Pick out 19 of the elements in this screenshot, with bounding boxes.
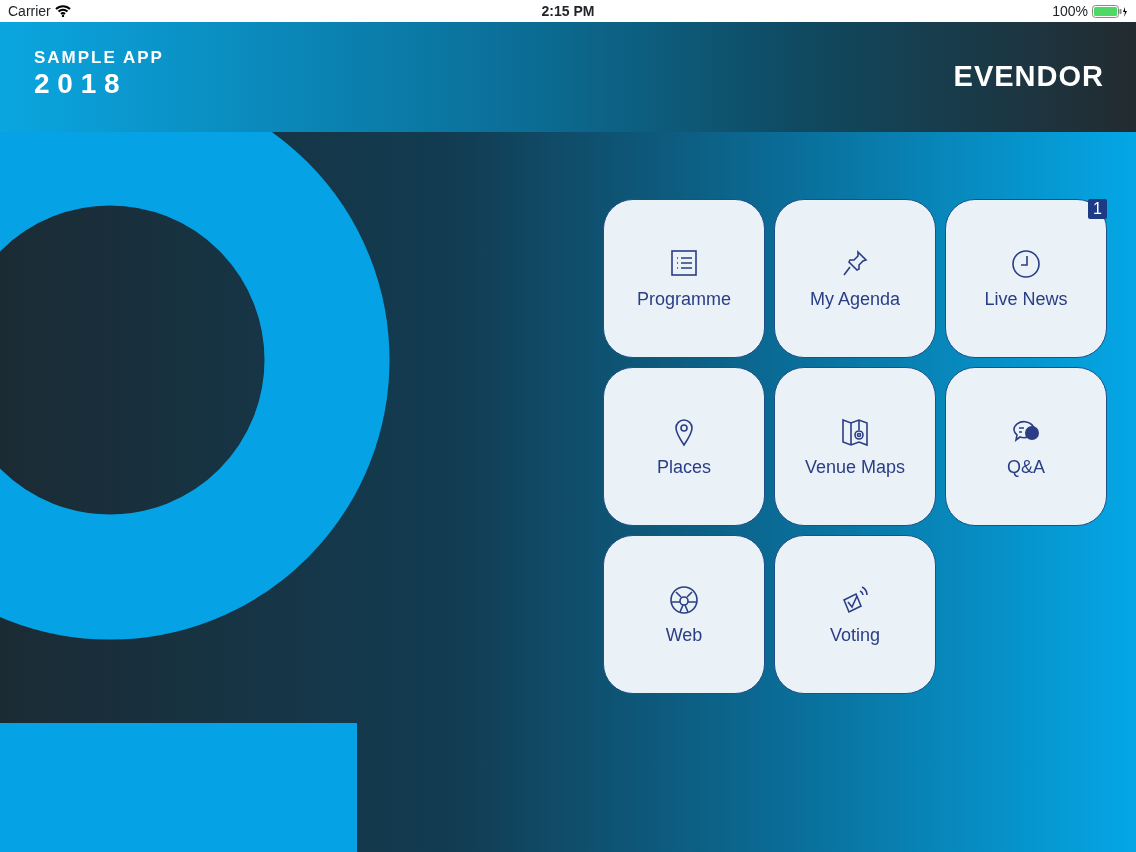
menu-tile[interactable]: Voting	[774, 535, 936, 694]
battery-percentage: 100%	[1052, 1, 1088, 21]
menu-tile[interactable]: My Agenda	[774, 199, 936, 358]
menu-tile[interactable]: Programme	[603, 199, 765, 358]
status-time: 2:15 PM	[541, 1, 595, 21]
app-year: 2 0 1 8	[34, 69, 121, 98]
menu-tile[interactable]: Places	[603, 367, 765, 526]
menu-tile[interactable]: Q&A	[945, 367, 1107, 526]
app-name: SAMPLE APP	[34, 48, 164, 66]
menu-tile[interactable]: Venue Maps	[774, 367, 936, 526]
clock-icon	[1010, 247, 1042, 280]
notification-badge: 1	[1088, 199, 1107, 219]
logo-text: EVENDOR	[953, 59, 1104, 95]
globe-icon	[668, 583, 700, 616]
battery-icon	[1092, 4, 1128, 18]
menu-tile[interactable]: Live News 1	[945, 199, 1107, 358]
carrier-name: Carrier	[8, 1, 51, 21]
menu-tile[interactable]: Web	[603, 535, 765, 694]
wifi-icon	[54, 5, 71, 17]
